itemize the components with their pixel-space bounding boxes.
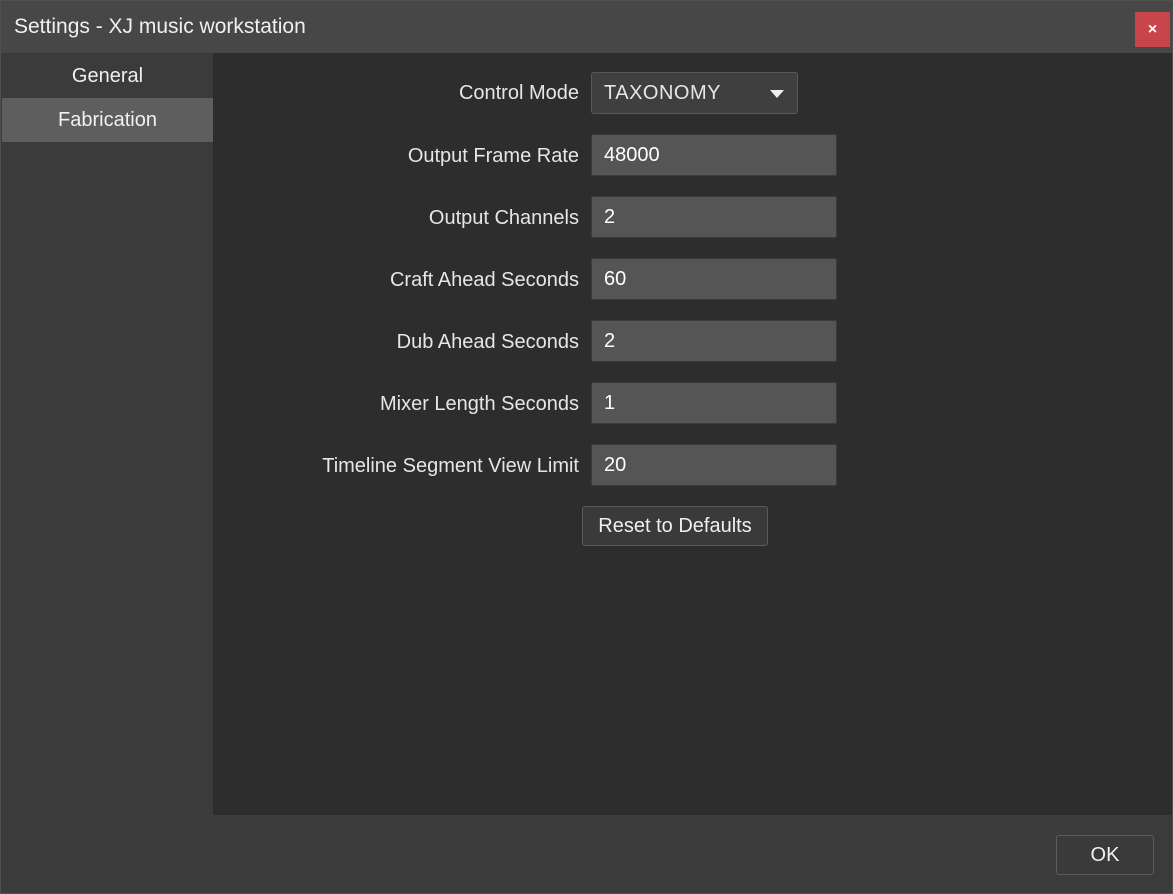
close-button[interactable]: × <box>1135 12 1170 47</box>
close-icon: × <box>1147 21 1158 38</box>
reset-to-defaults-button[interactable]: Reset to Defaults <box>582 506 768 546</box>
mixer-length-seconds-field[interactable] <box>591 382 837 424</box>
settings-window: Settings - XJ music workstation × Genera… <box>0 0 1173 894</box>
ok-button[interactable]: OK <box>1056 835 1154 875</box>
title-bar[interactable]: Settings - XJ music workstation × <box>1 1 1172 53</box>
dialog-footer: OK <box>1 815 1172 893</box>
output-channels-label: Output Channels <box>428 207 579 229</box>
output-frame-rate-label: Output Frame Rate <box>407 145 579 167</box>
sidebar-item-general[interactable]: General <box>2 54 213 98</box>
control-mode-label: Control Mode <box>458 82 579 104</box>
control-mode-dropdown[interactable]: TAXONOMY <box>591 72 798 114</box>
mixer-length-seconds-label: Mixer Length Seconds <box>379 393 579 415</box>
dub-ahead-seconds-label: Dub Ahead Seconds <box>396 331 579 353</box>
sidebar-item-label: General <box>71 65 144 87</box>
sidebar: General Fabrication <box>1 53 213 815</box>
timeline-segment-view-limit-label: Timeline Segment View Limit <box>322 455 579 477</box>
timeline-segment-view-limit-field[interactable] <box>591 444 837 486</box>
craft-ahead-seconds-field[interactable] <box>591 258 837 300</box>
craft-ahead-seconds-label: Craft Ahead Seconds <box>389 269 579 291</box>
chevron-down-icon <box>770 90 784 98</box>
control-mode-value: TAXONOMY <box>604 82 721 104</box>
window-title: Settings - XJ music workstation <box>14 15 306 38</box>
fabrication-settings-panel: Control Mode TAXONOMY Output Frame Rate … <box>213 53 1172 815</box>
sidebar-item-label: Fabrication <box>58 109 157 131</box>
dub-ahead-seconds-field[interactable] <box>591 320 837 362</box>
output-frame-rate-field[interactable] <box>591 134 837 176</box>
output-channels-field[interactable] <box>591 196 837 238</box>
sidebar-item-fabrication[interactable]: Fabrication <box>2 98 213 142</box>
